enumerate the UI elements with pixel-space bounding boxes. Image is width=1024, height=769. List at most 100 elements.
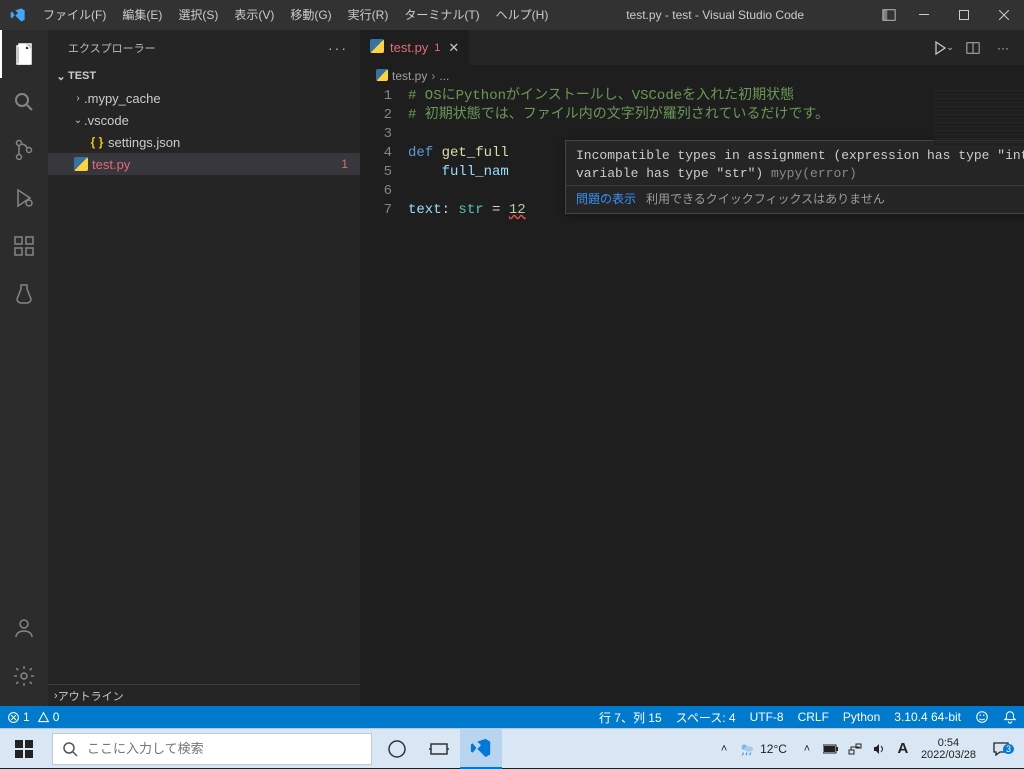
python-file-icon — [376, 69, 388, 84]
editor-more-icon[interactable]: ··· — [990, 35, 1016, 61]
outline-section-header[interactable]: › アウトライン — [48, 684, 360, 706]
maximize-button[interactable] — [944, 0, 984, 30]
breadcrumb-file: test.py — [392, 69, 427, 83]
taskbar-search[interactable] — [52, 733, 372, 765]
run-button[interactable]: ⌄ — [930, 35, 956, 61]
window-controls — [904, 0, 1024, 30]
tray-chevron-up-icon[interactable]: ˄ — [797, 743, 817, 755]
hover-source: mypy(error) — [763, 166, 857, 181]
code-editor[interactable]: 1 2 3 4 5 6 7 # OSにPythonがインストールし、VSCode… — [360, 87, 1024, 706]
code-op: = — [484, 202, 509, 218]
tree-label: .vscode — [84, 113, 129, 128]
line-number: 7 — [360, 201, 408, 220]
json-file-icon: { } — [88, 135, 106, 149]
vscode-logo-icon — [0, 7, 35, 23]
python-file-icon — [370, 39, 384, 56]
notification-badge: 3 — [1003, 744, 1014, 754]
tray-weather[interactable]: 12°C — [738, 740, 787, 758]
tray-notifications[interactable]: 3 — [984, 740, 1018, 758]
tray-battery-icon[interactable] — [821, 744, 841, 754]
line-number: 1 — [360, 87, 408, 106]
activity-bar — [0, 30, 48, 706]
activity-extensions[interactable] — [0, 222, 48, 270]
code-variable: full_nam — [442, 164, 509, 180]
close-icon[interactable]: ✕ — [448, 40, 459, 56]
menu-selection[interactable]: 選択(S) — [170, 0, 226, 30]
line-number: 2 — [360, 106, 408, 125]
window-title: test.py - test - Visual Studio Code — [556, 8, 874, 22]
python-file-icon — [72, 157, 90, 171]
status-eol[interactable]: CRLF — [791, 706, 836, 728]
status-indentation[interactable]: スペース: 4 — [669, 706, 743, 728]
status-feedback-icon[interactable] — [968, 706, 996, 728]
line-number: 4 — [360, 144, 408, 163]
system-tray: ˄ 12°C ˄ A 0:54 2022/03/28 3 — [714, 737, 1024, 761]
warning-count: 0 — [53, 710, 60, 724]
tray-date: 2022/03/28 — [921, 749, 976, 761]
tree-file-settings-json[interactable]: { } settings.json — [48, 131, 360, 153]
taskbar-vscode[interactable] — [460, 729, 502, 769]
tray-volume-icon[interactable] — [869, 742, 889, 756]
menu-run[interactable]: 実行(R) — [340, 0, 397, 30]
activity-settings[interactable] — [0, 652, 48, 700]
code-variable: text — [408, 202, 442, 218]
line-number-gutter: 1 2 3 4 5 6 7 — [360, 87, 408, 706]
tree-folder-mypy-cache[interactable]: › .mypy_cache — [48, 87, 360, 109]
error-count: 1 — [23, 710, 30, 724]
taskbar-cortana[interactable] — [376, 729, 418, 769]
code-type: str — [458, 202, 483, 218]
tree-label: settings.json — [108, 135, 180, 150]
tray-network-icon[interactable] — [845, 742, 865, 756]
status-errors[interactable]: 1 0 — [0, 706, 66, 728]
chevron-down-icon: ⌄ — [72, 115, 84, 126]
tray-ime-icon[interactable]: A — [893, 740, 913, 757]
sidebar-title: エクスプローラー — [68, 40, 156, 56]
tray-chevron-up-icon[interactable]: ˄ — [714, 743, 734, 755]
tree-folder-vscode[interactable]: ⌄ .vscode — [48, 109, 360, 131]
tray-clock[interactable]: 0:54 2022/03/28 — [917, 737, 980, 761]
code-op: : — [442, 202, 459, 218]
start-button[interactable] — [0, 729, 48, 769]
menu-edit[interactable]: 編集(E) — [114, 0, 170, 30]
tab-problem-badge: 1 — [434, 42, 440, 54]
project-name: TEST — [68, 70, 96, 82]
taskbar-task-view[interactable] — [418, 729, 460, 769]
activity-account[interactable] — [0, 604, 48, 652]
tab-test-py[interactable]: test.py 1 ✕ — [360, 30, 470, 65]
search-icon — [53, 741, 87, 757]
no-quickfix-label: 利用できるクイックフィックスはありません — [646, 190, 885, 207]
breadcrumbs[interactable]: test.py › ... — [360, 65, 1024, 87]
tree-file-test-py[interactable]: test.py 1 — [48, 153, 360, 175]
sidebar-header: エクスプローラー ··· — [48, 30, 360, 65]
activity-search[interactable] — [0, 78, 48, 126]
menu-view[interactable]: 表示(V) — [226, 0, 282, 30]
close-button[interactable] — [984, 0, 1024, 30]
show-problem-link[interactable]: 問題の表示 — [576, 190, 636, 207]
menu-help[interactable]: ヘルプ(H) — [488, 0, 557, 30]
split-editor-button[interactable] — [960, 35, 986, 61]
outline-label: アウトライン — [58, 688, 124, 704]
activity-source-control[interactable] — [0, 126, 48, 174]
status-bell-icon[interactable] — [996, 706, 1024, 728]
tree-label: test.py — [92, 157, 130, 172]
sidebar-more-icon[interactable]: ··· — [328, 40, 348, 56]
status-bar: 1 0 行 7、列 15 スペース: 4 UTF-8 CRLF Python 3… — [0, 706, 1024, 728]
explorer-sidebar: エクスプローラー ··· ⌄ TEST › .mypy_cache ⌄ .vsc… — [48, 30, 360, 706]
activity-testing[interactable] — [0, 270, 48, 318]
menu-go[interactable]: 移動(G) — [282, 0, 339, 30]
status-language[interactable]: Python — [836, 706, 887, 728]
code-content: # OSにPythonがインストールし、VSCodeを入れた初期状態 # 初期状… — [408, 87, 1024, 706]
menu-file[interactable]: ファイル(F) — [35, 0, 114, 30]
status-cursor-position[interactable]: 行 7、列 15 — [592, 706, 669, 728]
project-section-header[interactable]: ⌄ TEST — [48, 65, 360, 87]
minimap[interactable] — [934, 87, 1024, 147]
minimize-button[interactable] — [904, 0, 944, 30]
menu-terminal[interactable]: ターミナル(T) — [396, 0, 487, 30]
status-encoding[interactable]: UTF-8 — [743, 706, 791, 728]
status-interpreter[interactable]: 3.10.4 64-bit — [887, 706, 968, 728]
layout-toggle-icon[interactable] — [874, 0, 904, 30]
activity-explorer[interactable] — [0, 30, 48, 78]
activity-run-debug[interactable] — [0, 174, 48, 222]
tray-temperature: 12°C — [760, 742, 787, 756]
taskbar-search-input[interactable] — [87, 741, 371, 756]
